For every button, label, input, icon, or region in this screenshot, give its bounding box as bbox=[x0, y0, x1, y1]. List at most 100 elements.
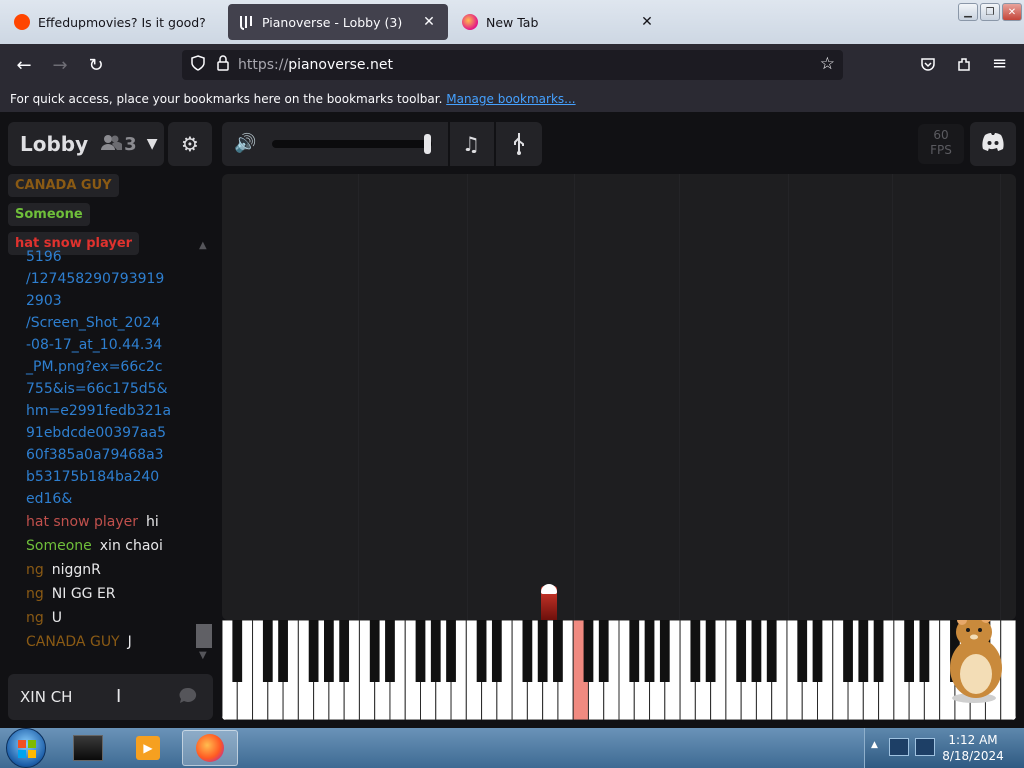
discord-button[interactable] bbox=[970, 122, 1016, 166]
manage-bookmarks-link[interactable]: Manage bookmarks... bbox=[446, 92, 575, 106]
pocket-icon[interactable] bbox=[920, 56, 936, 76]
black-key[interactable] bbox=[232, 620, 243, 682]
black-key[interactable] bbox=[553, 620, 563, 682]
address-bar[interactable]: https://pianoverse.net ☆ bbox=[182, 50, 843, 80]
black-key[interactable] bbox=[904, 620, 914, 682]
settings-button[interactable]: ⚙ bbox=[168, 122, 212, 166]
black-key[interactable] bbox=[812, 620, 823, 682]
chat-message-user[interactable]: Someone bbox=[26, 538, 92, 554]
network-icon[interactable] bbox=[889, 738, 909, 756]
room-selector[interactable]: Lobby 3 ▼ bbox=[8, 122, 164, 166]
user-badge[interactable]: Someone bbox=[8, 203, 90, 226]
back-button[interactable]: ← bbox=[9, 50, 39, 80]
chat-link-line[interactable]: 2903 bbox=[8, 290, 178, 312]
restore-button[interactable]: ❐ bbox=[980, 3, 1000, 21]
black-key[interactable] bbox=[644, 620, 655, 682]
show-hidden-icons[interactable]: ▲ bbox=[871, 740, 878, 750]
user-badge[interactable]: CANADA GUY bbox=[8, 174, 119, 197]
black-key[interactable] bbox=[324, 620, 334, 682]
chat-link-line[interactable]: _PM.png?ex=66c2c bbox=[8, 356, 178, 378]
chat-link-line[interactable]: 755&is=66c175d5& bbox=[8, 378, 178, 400]
chat-link-line[interactable]: 5196 bbox=[8, 246, 178, 268]
chat-link-line[interactable]: /127458290793919 bbox=[8, 268, 178, 290]
chat-link-line[interactable]: hm=e2991fedb321a bbox=[8, 400, 178, 422]
chat-message-user[interactable]: ng bbox=[26, 586, 44, 602]
black-key[interactable] bbox=[629, 620, 640, 682]
black-key[interactable] bbox=[736, 620, 747, 682]
black-key[interactable] bbox=[766, 620, 777, 682]
music-note-icon[interactable]: ♫ bbox=[462, 132, 480, 156]
black-key[interactable] bbox=[843, 620, 853, 682]
action-center-icon[interactable] bbox=[915, 738, 935, 756]
start-button[interactable] bbox=[6, 728, 46, 768]
black-key[interactable] bbox=[598, 620, 609, 682]
chat-link-line[interactable]: ed16& bbox=[8, 488, 178, 510]
black-key[interactable] bbox=[369, 620, 380, 682]
chat-message-user[interactable]: hat snow player bbox=[26, 514, 138, 530]
black-key[interactable] bbox=[491, 620, 502, 682]
black-key[interactable] bbox=[537, 620, 548, 682]
chat-link-line[interactable]: b53175b184ba240 bbox=[8, 466, 178, 488]
black-key[interactable] bbox=[522, 620, 533, 682]
chat-link-line[interactable]: 60f385a0a79468a3 bbox=[8, 444, 178, 466]
taskbar-app-firefox[interactable] bbox=[182, 730, 238, 766]
minimize-button[interactable]: ▁ bbox=[958, 3, 978, 21]
taskbar-app-media-player[interactable]: ▶ bbox=[120, 730, 176, 766]
lock-icon[interactable] bbox=[216, 55, 230, 75]
black-key[interactable] bbox=[339, 620, 350, 682]
tab-reddit[interactable]: Effedupmovies? Is it good? : r/D bbox=[4, 4, 218, 40]
chat-scrollbar[interactable]: ▲ ▼ bbox=[195, 240, 213, 664]
black-key[interactable] bbox=[415, 620, 426, 682]
menu-icon[interactable]: ≡ bbox=[992, 53, 1007, 74]
tab-new-tab[interactable]: New Tab ✕ bbox=[452, 4, 666, 40]
chat-link-line[interactable]: -08-17_at_10.44.34 bbox=[8, 334, 178, 356]
black-key[interactable] bbox=[919, 620, 930, 682]
chat-message-user[interactable]: ng bbox=[26, 610, 44, 626]
black-key[interactable] bbox=[583, 620, 594, 682]
extensions-icon[interactable] bbox=[956, 56, 972, 76]
black-key[interactable] bbox=[690, 620, 701, 682]
fps-counter: 60 FPS bbox=[918, 124, 964, 164]
volume-slider-handle[interactable] bbox=[424, 134, 431, 154]
chat-bubble-icon[interactable] bbox=[178, 686, 198, 710]
black-key[interactable] bbox=[873, 620, 884, 682]
close-window-button[interactable]: ✕ bbox=[1002, 3, 1022, 21]
taskbar-clock[interactable]: 1:12 AM 8/18/2024 bbox=[935, 732, 1011, 764]
shield-icon[interactable] bbox=[190, 55, 206, 75]
black-key[interactable] bbox=[262, 620, 273, 682]
piano-keys[interactable] bbox=[222, 620, 1016, 720]
volume-slider[interactable] bbox=[272, 140, 432, 148]
taskbar-app-terminal[interactable] bbox=[60, 730, 116, 766]
chat-link-line[interactable]: /Screen_Shot_2024 bbox=[8, 312, 178, 334]
chat-link-message[interactable]: 5196/127458290793919 2903/Screen_Shot_202… bbox=[8, 240, 213, 510]
tab-pianoverse[interactable]: Pianoverse - Lobby (3) ✕ bbox=[228, 4, 448, 40]
close-tab-icon[interactable]: ✕ bbox=[638, 14, 656, 30]
black-key[interactable] bbox=[705, 620, 716, 682]
black-key[interactable] bbox=[751, 620, 762, 682]
text-cursor-icon: I bbox=[116, 686, 122, 707]
black-key[interactable] bbox=[308, 620, 319, 682]
scroll-down-icon[interactable]: ▼ bbox=[199, 650, 207, 661]
black-key[interactable] bbox=[385, 620, 395, 682]
reload-button[interactable]: ↻ bbox=[81, 50, 111, 80]
chat-message: ng U bbox=[8, 606, 213, 630]
chat-input[interactable]: XIN CH I bbox=[8, 674, 213, 720]
piano-keyboard[interactable] bbox=[222, 620, 1016, 720]
black-key[interactable] bbox=[430, 620, 441, 682]
black-key[interactable] bbox=[278, 620, 288, 682]
scrollbar-thumb[interactable] bbox=[196, 624, 212, 648]
bookmark-star-icon[interactable]: ☆ bbox=[820, 54, 835, 74]
black-key[interactable] bbox=[858, 620, 869, 682]
black-key[interactable] bbox=[476, 620, 487, 682]
chat-link-line[interactable]: 91ebdcde00397aa5 bbox=[8, 422, 178, 444]
close-tab-icon[interactable]: ✕ bbox=[420, 14, 438, 30]
usb-midi-icon[interactable] bbox=[512, 132, 526, 161]
black-key[interactable] bbox=[797, 620, 808, 682]
black-key[interactable] bbox=[446, 620, 456, 682]
forward-button[interactable]: → bbox=[45, 50, 75, 80]
chat-message-user[interactable]: ng bbox=[26, 562, 44, 578]
volume-icon[interactable]: 🔊 bbox=[234, 133, 256, 154]
scroll-up-icon[interactable]: ▲ bbox=[199, 240, 207, 251]
chat-message-user[interactable]: CANADA GUY bbox=[26, 634, 120, 650]
black-key[interactable] bbox=[659, 620, 670, 682]
